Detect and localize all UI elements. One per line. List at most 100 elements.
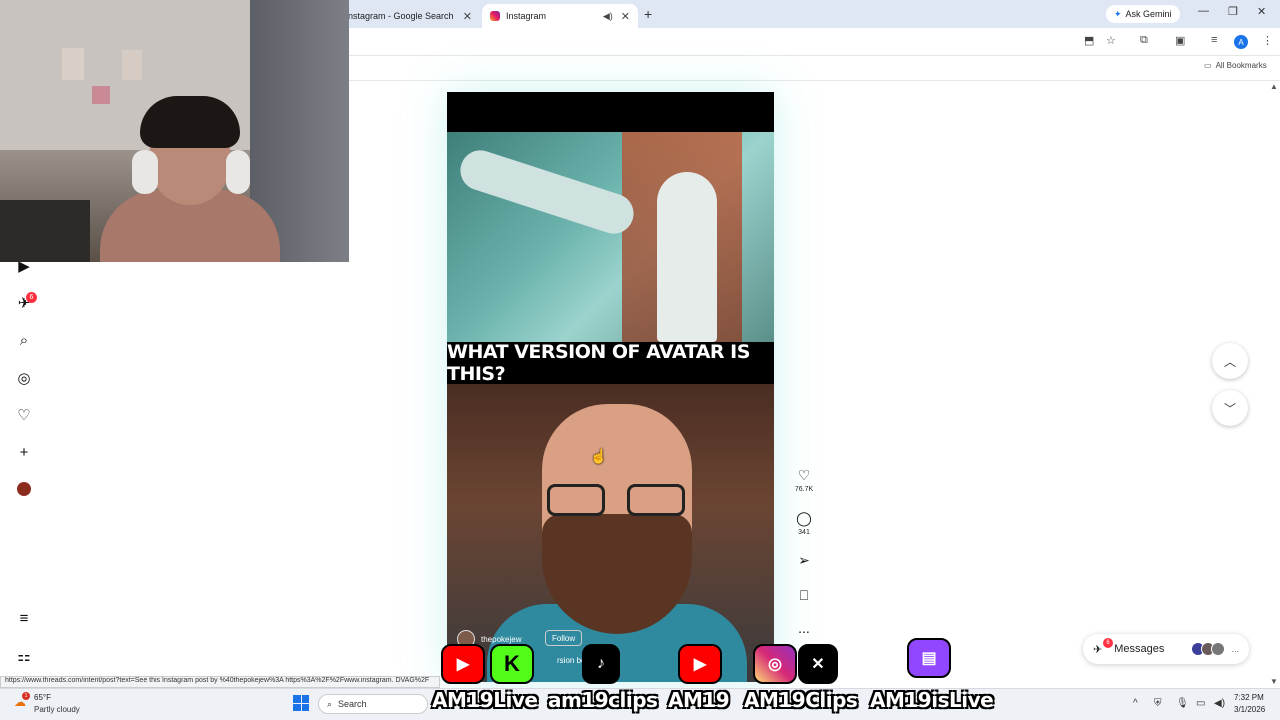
ask-gemini-button[interactable]: ✦ Ask Gemini bbox=[1106, 5, 1180, 23]
overlay-handle: AM19 bbox=[668, 688, 730, 712]
reel-clip-lab-scene bbox=[447, 132, 774, 342]
more-options-button[interactable]: ... bbox=[793, 620, 815, 636]
minimize-icon[interactable]: — bbox=[1198, 5, 1209, 17]
kick-logo-icon: K bbox=[490, 644, 534, 684]
weather-badge: 1 bbox=[22, 692, 30, 700]
notification-badge: 6 bbox=[26, 292, 37, 303]
status-url-tail: DVAG%2F bbox=[395, 677, 430, 684]
webcam-poster bbox=[122, 50, 142, 80]
lab-figure bbox=[657, 172, 717, 342]
send-icon: ➢ bbox=[798, 552, 810, 568]
scroll-down-icon[interactable]: ▼ bbox=[1270, 677, 1278, 686]
windows-start-icon[interactable] bbox=[293, 695, 309, 711]
all-bookmarks-button[interactable]: ▭ All Bookmarks bbox=[1204, 61, 1267, 70]
avatar bbox=[1211, 642, 1226, 656]
install-app-icon[interactable]: ⬒ bbox=[1084, 34, 1094, 47]
also-from-meta-icon[interactable]: ⚏ bbox=[14, 646, 34, 666]
glasses bbox=[627, 484, 685, 516]
follow-button[interactable]: Follow bbox=[545, 630, 583, 646]
more-menu-icon[interactable]: ≡ bbox=[14, 608, 34, 628]
new-tab-button[interactable]: + bbox=[644, 6, 652, 22]
more-icon: ... bbox=[798, 620, 810, 636]
chevron-down-icon: ﹀ bbox=[1223, 401, 1236, 416]
twitch-logo-icon: ▤ bbox=[907, 638, 951, 678]
bookmark-star-icon[interactable]: ☆ bbox=[1106, 34, 1116, 47]
author-username[interactable]: thepokejew bbox=[481, 635, 521, 644]
microphone-icon[interactable]: 🎙 bbox=[1176, 698, 1189, 709]
tiktok-logo-icon: ♪ bbox=[582, 644, 620, 684]
weather-description[interactable]: Partly cloudy bbox=[34, 705, 80, 714]
reels-icon[interactable]: ▶ bbox=[14, 256, 34, 276]
search-icon[interactable]: ⌕ bbox=[14, 330, 34, 350]
explore-compass-icon[interactable]: ◎ bbox=[14, 368, 34, 388]
comment-count: 341 bbox=[798, 529, 810, 536]
gemini-label: Ask Gemini bbox=[1125, 9, 1172, 19]
reel-video[interactable]: WHAT VERSION OF AVATAR IS THIS? thepokej… bbox=[447, 92, 774, 682]
overlay-handle: AM19Live bbox=[432, 688, 538, 712]
display-icon[interactable]: ▭ bbox=[1196, 698, 1205, 709]
hand-cursor-icon: ☝ bbox=[590, 448, 608, 464]
overlay-handle: am19clips bbox=[548, 688, 658, 712]
scroll-up-icon[interactable]: ▲ bbox=[1270, 82, 1278, 91]
show-hidden-icons-icon[interactable]: ^ bbox=[1133, 698, 1138, 709]
clock-date[interactable]: 3/1/2026 bbox=[1234, 705, 1265, 714]
taskbar-search-label: Search bbox=[338, 699, 367, 709]
close-tab-icon[interactable]: ✕ bbox=[463, 10, 472, 23]
bookmarks-label: All Bookmarks bbox=[1215, 61, 1267, 70]
webcam-person-hair bbox=[140, 96, 240, 148]
chrome-menu-icon[interactable]: ⋮ bbox=[1262, 34, 1273, 47]
profile-avatar[interactable] bbox=[17, 482, 31, 496]
taskbar-search[interactable]: ⌕ Search bbox=[318, 694, 428, 714]
status-url: https://www.threads.com/intent/post?text… bbox=[0, 676, 440, 688]
clock-time[interactable]: 7:32 PM bbox=[1234, 693, 1264, 702]
glasses bbox=[547, 484, 605, 516]
tab-label: nstagram - Google Search bbox=[348, 11, 454, 21]
speaker-icon[interactable]: ◀) bbox=[603, 11, 613, 22]
chevron-up-icon: ︿ bbox=[1223, 354, 1236, 369]
youtube-logo-icon: ▶ bbox=[678, 644, 722, 684]
webcam-desk bbox=[0, 200, 90, 262]
bookmark-icon: ⎕ bbox=[799, 587, 809, 603]
youtube-logo-icon: ▶ bbox=[441, 644, 485, 684]
save-button[interactable]: ⎕ bbox=[793, 587, 815, 604]
webcam-poster bbox=[92, 86, 110, 104]
overlay-handle: AM19Clips bbox=[744, 688, 858, 712]
close-window-icon[interactable]: ✕ bbox=[1257, 5, 1266, 18]
bookmarks-divider bbox=[349, 80, 1280, 81]
search-icon: ⌕ bbox=[327, 698, 333, 709]
tab-label: Instagram bbox=[506, 11, 547, 21]
tab-google-search[interactable]: nstagram - Google Search ✕ bbox=[340, 4, 480, 28]
headphones bbox=[226, 150, 250, 194]
close-tab-icon[interactable]: ✕ bbox=[621, 10, 630, 23]
messages-avatars bbox=[1191, 642, 1226, 656]
like-count: 76.7K bbox=[794, 486, 814, 493]
next-reel-button[interactable]: ﹀ bbox=[1212, 390, 1248, 426]
share-button[interactable]: ➢ bbox=[793, 552, 815, 569]
status-url-text: https://www.threads.com/intent/post?text… bbox=[5, 677, 394, 684]
overlay-handle: AM19isLive bbox=[870, 688, 994, 712]
instagram-favicon-icon bbox=[490, 11, 500, 21]
heart-icon: ♡ bbox=[797, 467, 811, 483]
tab-instagram[interactable]: Instagram ◀) ✕ bbox=[482, 4, 638, 28]
headphones bbox=[132, 150, 158, 194]
messages-label: Messages bbox=[1114, 643, 1165, 655]
notifications-heart-icon[interactable]: ♡ bbox=[14, 405, 34, 425]
media-controls-icon[interactable]: ≡ bbox=[1211, 34, 1217, 46]
weather-temperature[interactable]: 65°F bbox=[34, 693, 51, 702]
create-plus-icon[interactable]: + bbox=[14, 442, 34, 462]
lab-arm bbox=[455, 145, 639, 239]
messages-badge: 6 bbox=[1103, 638, 1113, 648]
security-icon[interactable]: ⛨ bbox=[1154, 698, 1162, 709]
instagram-logo-icon: ◎ bbox=[753, 644, 797, 684]
account-avatar[interactable]: A bbox=[1234, 35, 1248, 49]
extensions-icon[interactable]: ⧉ bbox=[1140, 34, 1148, 47]
comment-button[interactable]: ◯ 341 bbox=[793, 510, 815, 536]
previous-reel-button[interactable]: ︿ bbox=[1212, 343, 1248, 379]
reel-caption: WHAT VERSION OF AVATAR IS THIS? bbox=[447, 341, 774, 385]
comment-icon: ◯ bbox=[796, 510, 812, 526]
like-button[interactable]: ♡ 76.7K bbox=[793, 467, 815, 493]
restore-icon[interactable]: ❐ bbox=[1228, 5, 1238, 18]
tab-search-icon[interactable]: ▣ bbox=[1175, 34, 1185, 47]
gemini-icon: ✦ bbox=[1114, 8, 1122, 19]
volume-icon[interactable]: ◀) bbox=[1214, 698, 1225, 709]
